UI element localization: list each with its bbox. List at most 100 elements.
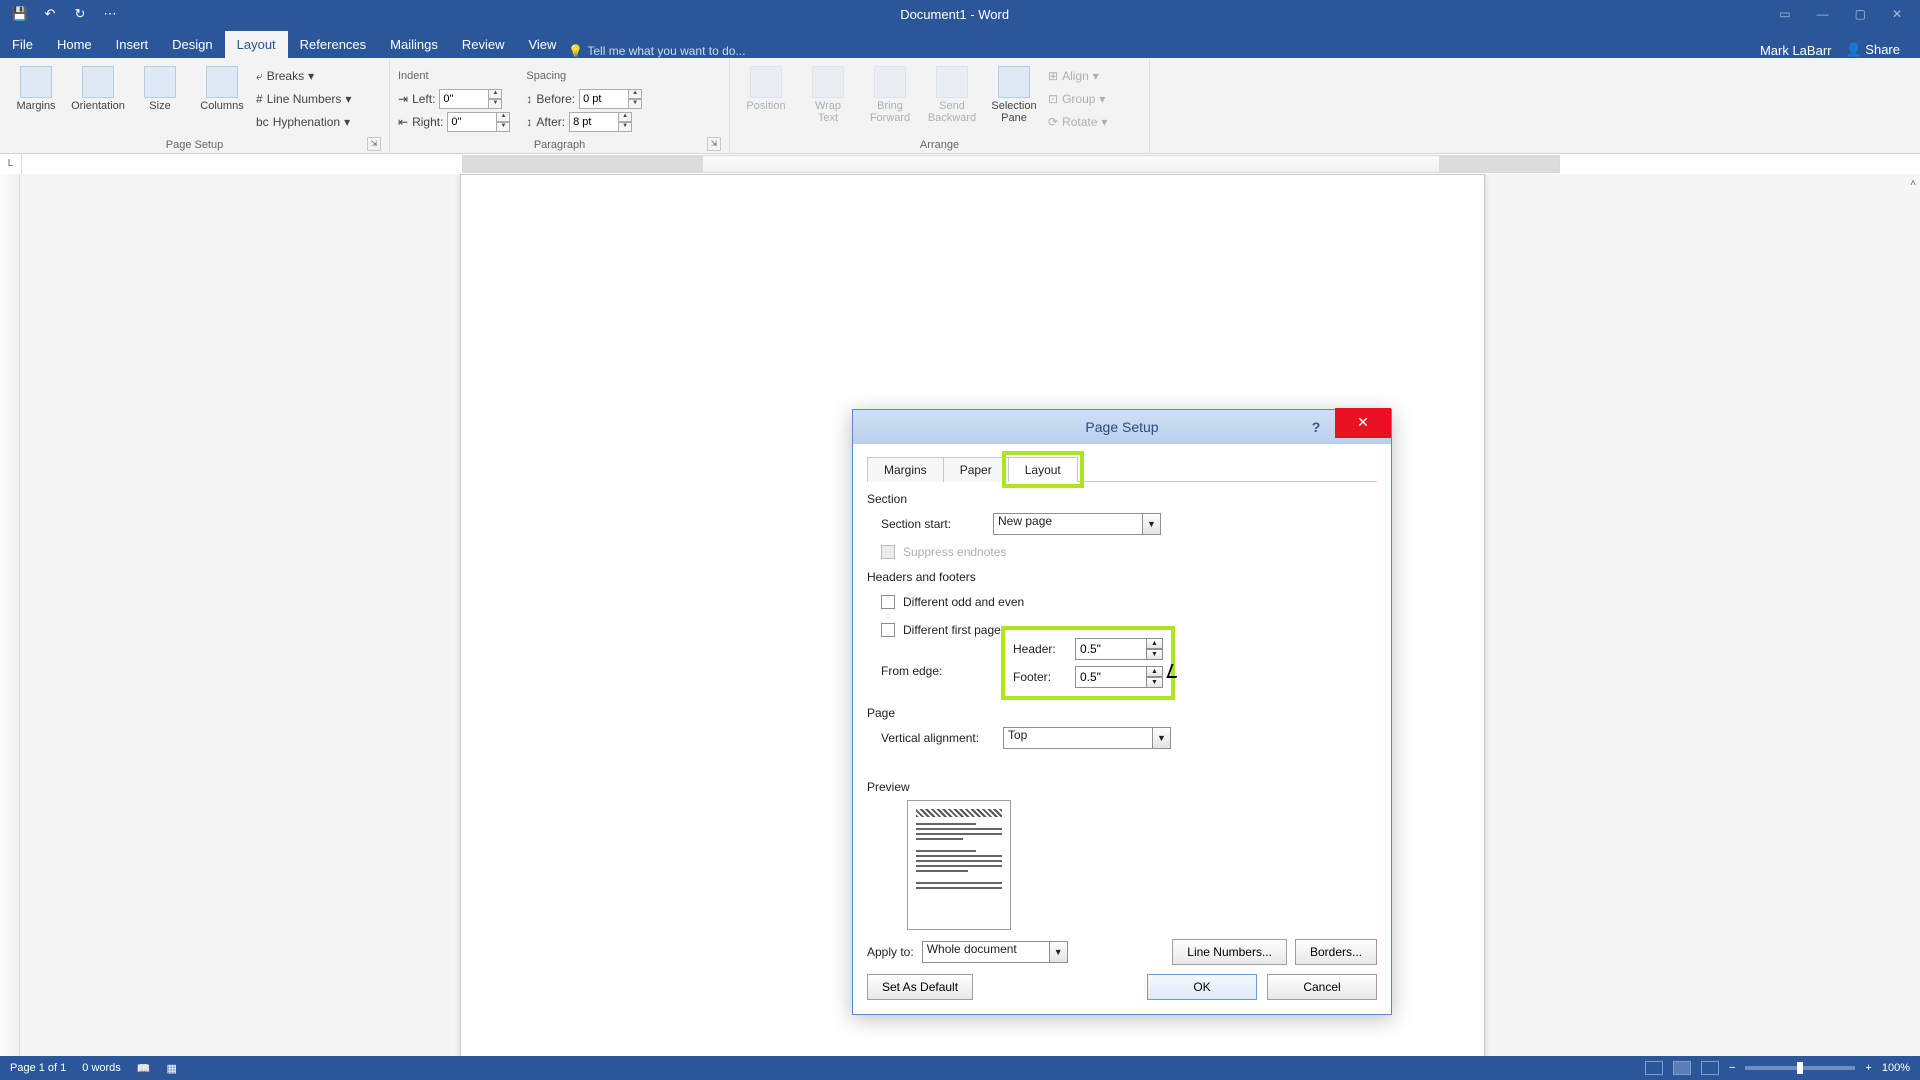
qat-more-icon[interactable]: ⋯: [102, 6, 118, 22]
suppress-endnotes-checkbox: [881, 545, 895, 559]
section-start-combo[interactable]: New page▼: [993, 513, 1161, 535]
tell-me[interactable]: 💡 Tell me what you want to do...: [568, 44, 1760, 58]
spellcheck-icon[interactable]: 📖: [137, 1062, 151, 1075]
zoom-out-icon[interactable]: −: [1729, 1062, 1735, 1074]
redo-icon[interactable]: ↻: [72, 6, 88, 22]
cancel-button[interactable]: Cancel: [1267, 974, 1377, 1000]
header-up[interactable]: ▲: [1147, 638, 1163, 649]
header-down[interactable]: ▼: [1147, 649, 1163, 660]
ribbon: Margins Orientation Size Columns ⤶ Break…: [0, 58, 1920, 154]
web-layout-icon[interactable]: [1701, 1061, 1719, 1075]
send-backward-button: Send Backward: [924, 62, 980, 124]
indent-left-down[interactable]: ▼: [489, 99, 502, 109]
valign-label: Vertical alignment:: [881, 731, 995, 745]
suppress-endnotes-label: Suppress endnotes: [903, 545, 1006, 559]
close-window-icon[interactable]: ✕: [1892, 7, 1902, 21]
tab-file[interactable]: File: [0, 31, 45, 58]
rotate-button: ⟳ Rotate ▾: [1048, 112, 1107, 132]
zoom-in-icon[interactable]: +: [1865, 1062, 1871, 1074]
indent-right-input[interactable]: [447, 112, 497, 132]
dialog-tab-layout[interactable]: Layout: [1008, 457, 1078, 482]
borders-dialog-button[interactable]: Borders...: [1295, 939, 1377, 965]
footer-input[interactable]: [1075, 666, 1147, 688]
collapse-ribbon-icon[interactable]: ˄: [1910, 178, 1916, 189]
help-icon[interactable]: ?: [1305, 416, 1327, 438]
tab-review[interactable]: Review: [450, 31, 517, 58]
diff-odd-even-checkbox[interactable]: [881, 595, 895, 609]
status-words[interactable]: 0 words: [82, 1062, 121, 1074]
orientation-button[interactable]: Orientation: [70, 62, 126, 112]
dialog-title-bar[interactable]: Page Setup ? ✕: [853, 410, 1391, 444]
tab-design[interactable]: Design: [160, 31, 224, 58]
margins-button[interactable]: Margins: [8, 62, 64, 112]
print-layout-icon[interactable]: [1673, 1061, 1691, 1075]
paragraph-launcher[interactable]: ⇲: [707, 137, 721, 151]
indent-right-label: Right:: [412, 115, 443, 129]
indent-left-up[interactable]: ▲: [489, 89, 502, 99]
spacing-after-input[interactable]: [569, 112, 619, 132]
spacing-before-input[interactable]: [579, 89, 629, 109]
indent-right-up[interactable]: ▲: [497, 112, 510, 122]
valign-combo[interactable]: Top▼: [1003, 727, 1171, 749]
ok-button[interactable]: OK: [1147, 974, 1257, 1000]
chevron-down-icon[interactable]: ▼: [1143, 513, 1161, 535]
indent-left-input[interactable]: [439, 89, 489, 109]
from-edge-label: From edge:: [881, 664, 1001, 678]
share-button[interactable]: 👤 Share: [1845, 42, 1900, 58]
footer-up[interactable]: ▲: [1147, 666, 1163, 677]
breaks-button[interactable]: ⤶ Breaks ▾: [256, 66, 351, 86]
line-numbers-dialog-button[interactable]: Line Numbers...: [1172, 939, 1287, 965]
dialog-tab-paper[interactable]: Paper: [943, 457, 1009, 482]
zoom-slider[interactable]: [1745, 1066, 1855, 1070]
section-start-label: Section start:: [881, 517, 985, 531]
line-numbers-button[interactable]: # Line Numbers ▾: [256, 89, 351, 109]
header-input[interactable]: [1075, 638, 1147, 660]
group-label-arrange: Arrange: [920, 139, 959, 151]
vertical-ruler[interactable]: [0, 174, 20, 1056]
page-setup-dialog: Page Setup ? ✕ Margins Paper Layout Sect…: [852, 409, 1392, 1015]
spacing-before-down[interactable]: ▼: [629, 99, 642, 109]
section-header: Section: [867, 492, 1377, 506]
tab-selector[interactable]: L: [0, 154, 22, 174]
hyphenation-button[interactable]: bc Hyphenation ▾: [256, 112, 351, 132]
chevron-down-icon[interactable]: ▼: [1153, 727, 1171, 749]
horizontal-ruler[interactable]: [462, 155, 1560, 173]
undo-icon[interactable]: ↶: [42, 6, 58, 22]
tab-insert[interactable]: Insert: [104, 31, 161, 58]
save-icon[interactable]: 💾: [12, 6, 28, 22]
maximize-icon[interactable]: ▢: [1855, 7, 1866, 21]
spacing-before-up[interactable]: ▲: [629, 89, 642, 99]
apply-to-label: Apply to:: [867, 945, 914, 959]
indent-right-down[interactable]: ▼: [497, 122, 510, 132]
window-controls: ▭ — ▢ ✕: [1779, 7, 1920, 21]
footer-down[interactable]: ▼: [1147, 677, 1163, 688]
spacing-before-label: Before:: [536, 92, 575, 106]
diff-first-checkbox[interactable]: [881, 623, 895, 637]
group-label-page-setup: Page Setup: [166, 139, 224, 151]
chevron-down-icon[interactable]: ▼: [1050, 941, 1068, 963]
spacing-after-up[interactable]: ▲: [619, 112, 632, 122]
group-button: ⊡ Group ▾: [1048, 89, 1107, 109]
macro-icon[interactable]: ▦: [167, 1062, 177, 1075]
user-name[interactable]: Mark LaBarr: [1760, 43, 1832, 58]
size-button[interactable]: Size: [132, 62, 188, 112]
ribbon-display-icon[interactable]: ▭: [1779, 7, 1790, 21]
footer-label: Footer:: [1013, 670, 1067, 684]
page-setup-launcher[interactable]: ⇲: [367, 137, 381, 151]
set-default-button[interactable]: Set As Default: [867, 974, 973, 1000]
minimize-icon[interactable]: —: [1817, 7, 1829, 21]
tab-mailings[interactable]: Mailings: [378, 31, 450, 58]
selection-pane-button[interactable]: Selection Pane: [986, 62, 1042, 124]
columns-button[interactable]: Columns: [194, 62, 250, 112]
tab-references[interactable]: References: [288, 31, 378, 58]
read-mode-icon[interactable]: [1645, 1061, 1663, 1075]
tab-view[interactable]: View: [516, 31, 568, 58]
tab-layout[interactable]: Layout: [225, 31, 288, 58]
tab-home[interactable]: Home: [45, 31, 104, 58]
dialog-tab-margins[interactable]: Margins: [867, 457, 944, 482]
zoom-level[interactable]: 100%: [1882, 1062, 1910, 1074]
close-icon[interactable]: ✕: [1335, 408, 1391, 438]
spacing-after-down[interactable]: ▼: [619, 122, 632, 132]
apply-to-combo[interactable]: Whole document▼: [922, 941, 1068, 963]
status-page[interactable]: Page 1 of 1: [10, 1062, 66, 1074]
